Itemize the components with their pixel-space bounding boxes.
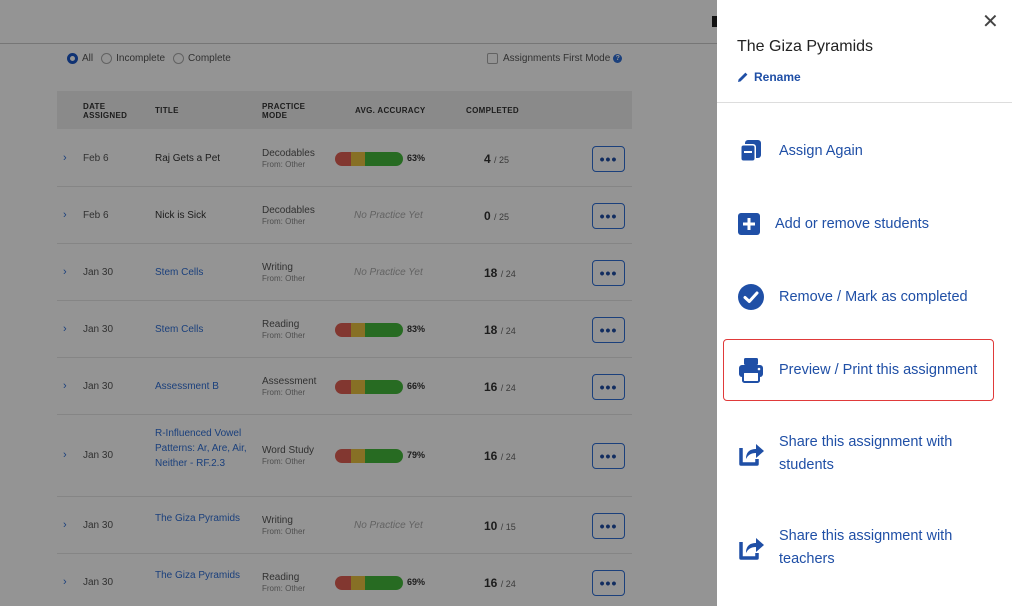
share-icon <box>737 534 765 562</box>
preview-print-button[interactable]: Preview / Print this assignment <box>737 356 977 384</box>
copy-icon <box>737 137 765 165</box>
assign-again-button[interactable]: Assign Again <box>737 137 863 165</box>
add-remove-students-button[interactable]: Add or remove students <box>737 210 929 238</box>
modal-backdrop[interactable] <box>0 0 717 606</box>
divider <box>717 102 1012 103</box>
check-circle-icon <box>737 283 765 311</box>
assignment-actions-panel: ✕ The Giza Pyramids Rename Assign Again … <box>717 0 1012 606</box>
rename-button[interactable]: Rename <box>737 70 801 84</box>
pencil-icon <box>738 72 748 82</box>
share-teachers-button[interactable]: Share this assignment with teachers <box>737 525 989 571</box>
close-icon[interactable]: ✕ <box>982 12 999 32</box>
share-icon <box>737 440 765 468</box>
panel-title: The Giza Pyramids <box>737 38 874 55</box>
plus-square-icon <box>737 210 761 238</box>
share-students-button[interactable]: Share this assignment with students <box>737 431 989 477</box>
remove-mark-completed-button[interactable]: Remove / Mark as completed <box>737 283 968 311</box>
printer-icon <box>737 356 765 384</box>
